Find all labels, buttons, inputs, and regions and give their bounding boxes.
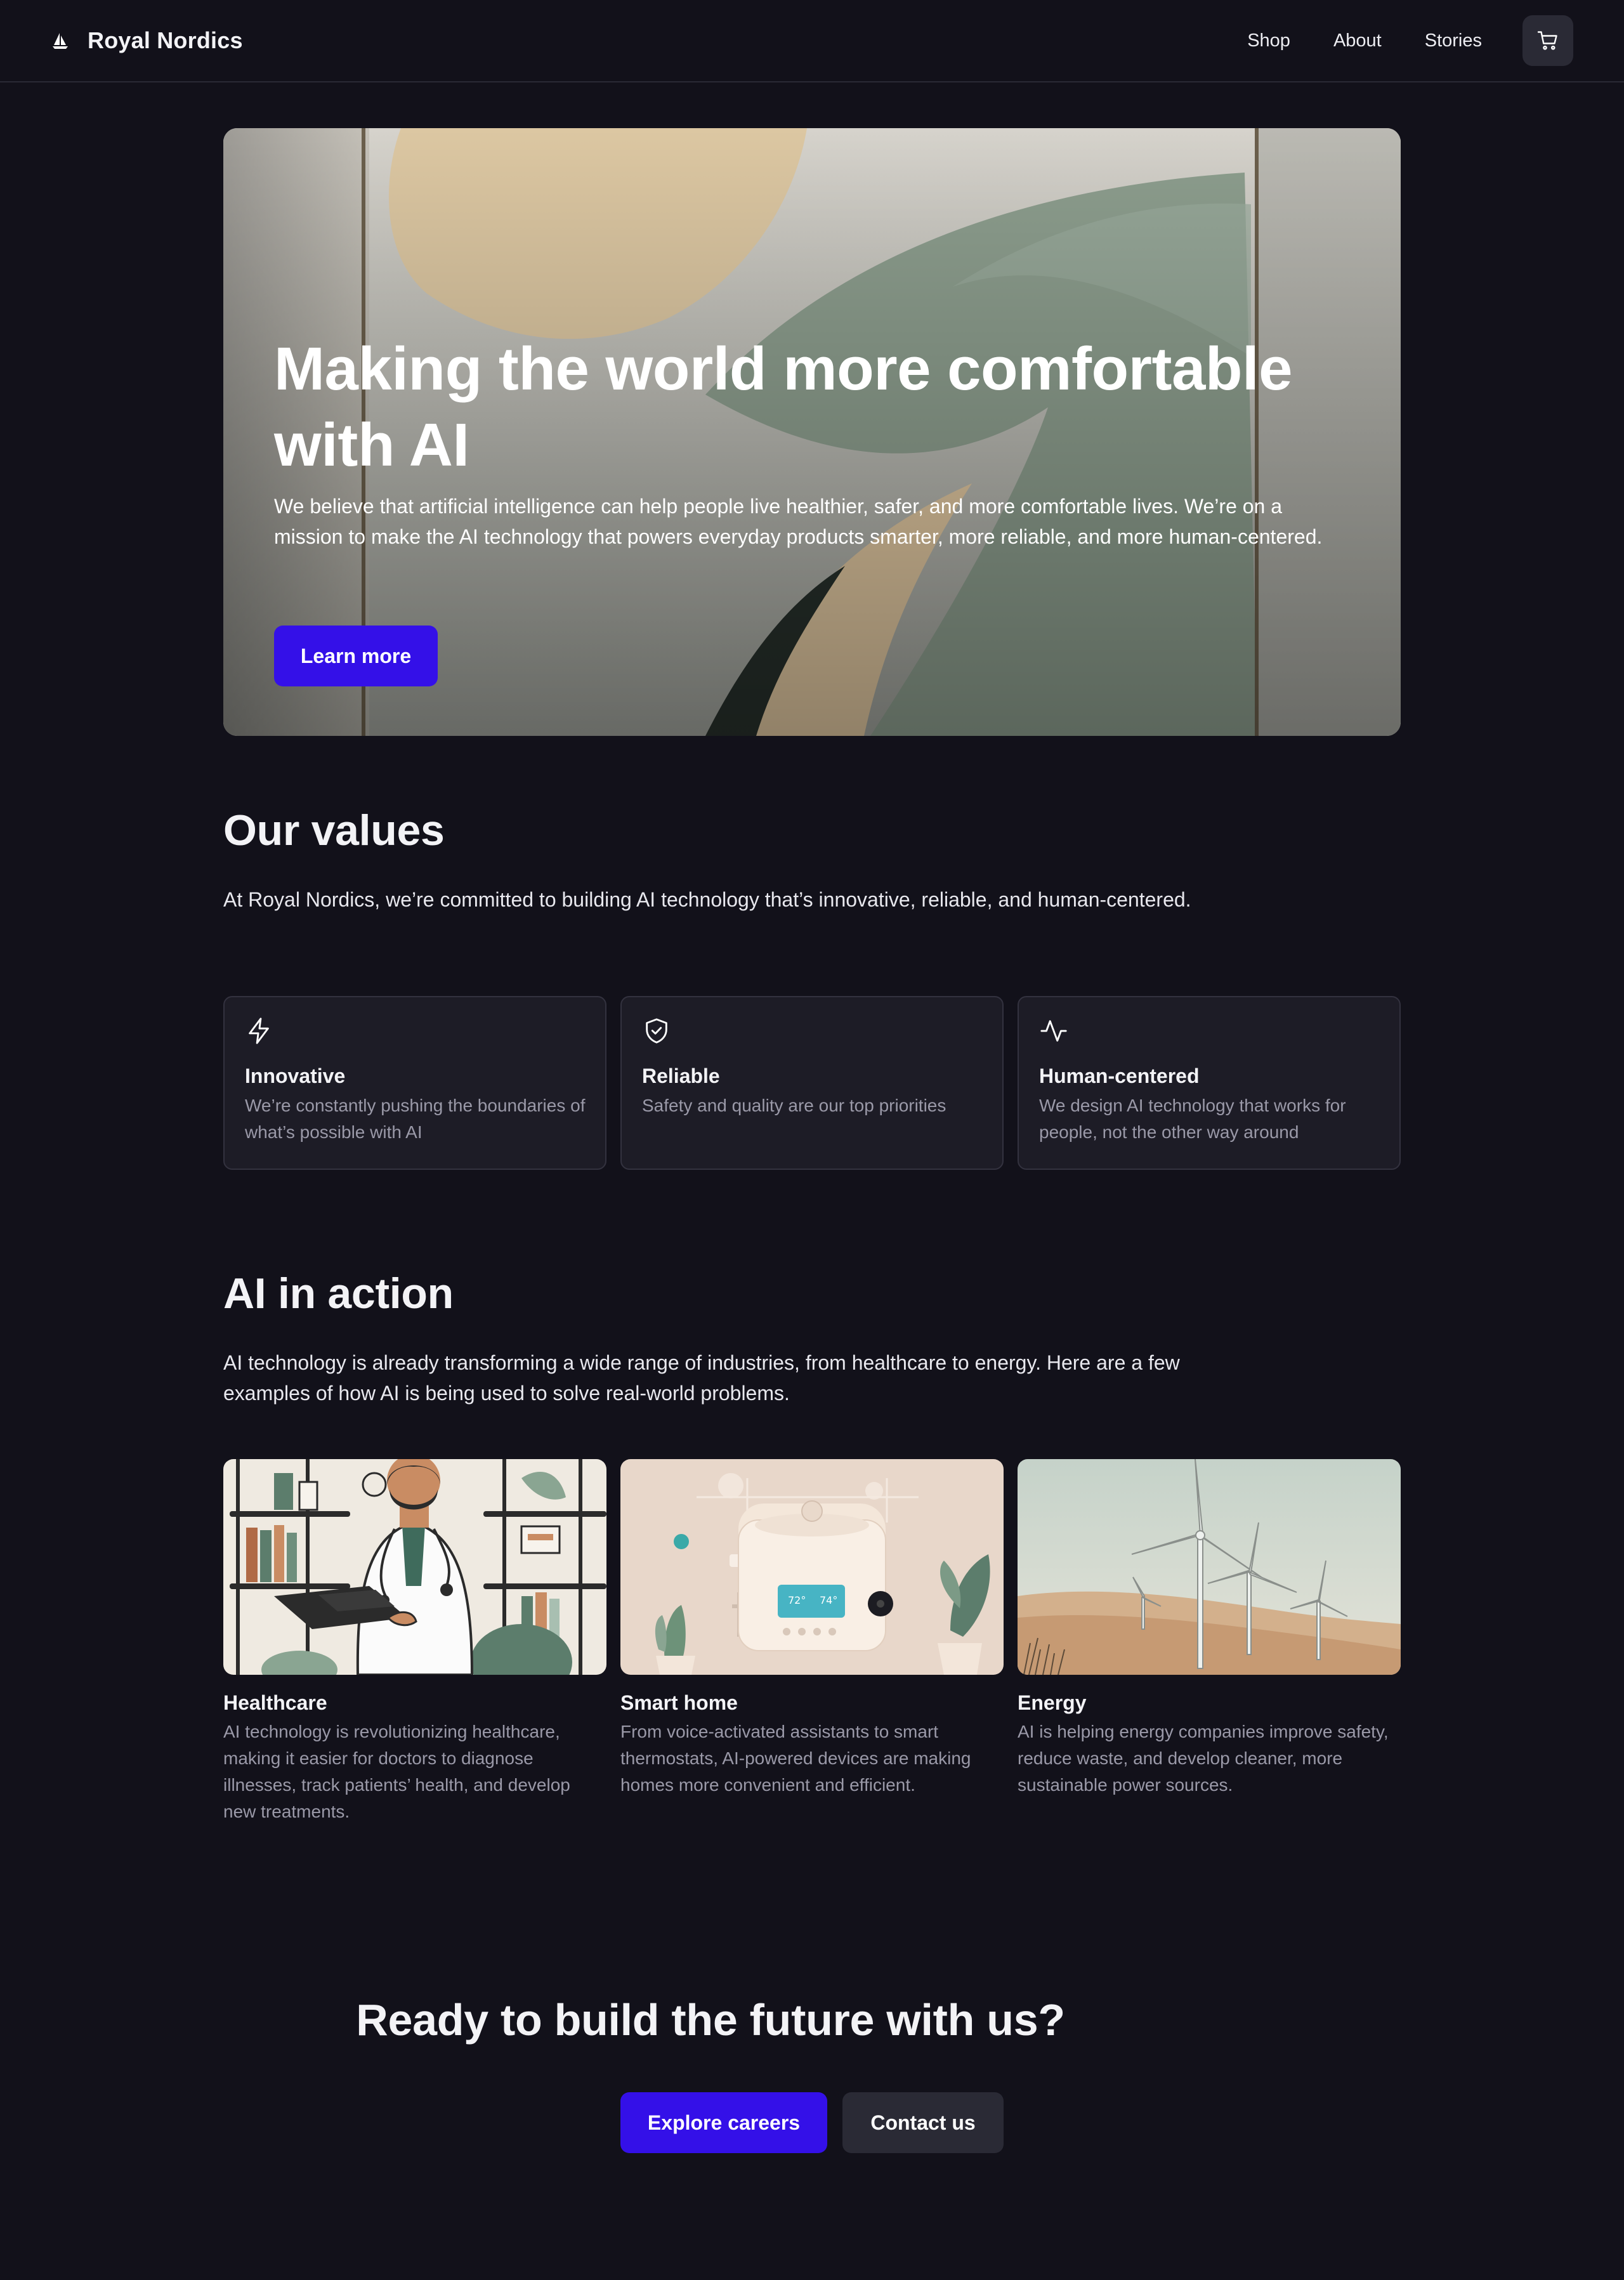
explore-careers-button[interactable]: Explore careers xyxy=(620,2092,827,2153)
cart-icon xyxy=(1537,31,1557,50)
nav-link-shop[interactable]: Shop xyxy=(1247,30,1290,51)
values-description: At Royal Nordics, we’re committed to bui… xyxy=(223,888,1191,911)
value-card-human-centered: Human-centered We design AI technology t… xyxy=(1018,996,1401,1170)
example-name: Smart home xyxy=(620,1691,738,1714)
value-text: Safety and quality are our top prioritie… xyxy=(642,1096,946,1115)
nav-menu: Shop About Stories xyxy=(1204,15,1573,66)
hero-banner: Making the world more comfortable with A… xyxy=(223,128,1401,736)
pulse-icon xyxy=(1040,1020,1067,1042)
nav-link-stories[interactable]: Stories xyxy=(1425,30,1482,51)
values-title: Our values xyxy=(223,806,445,855)
value-text: We design AI technology that works for p… xyxy=(1039,1096,1346,1142)
example-card-smart-home[interactable]: 72° 74° Smart home From voice-activated … xyxy=(620,1459,1004,1798)
thermostat-left-reading: 72° xyxy=(788,1594,806,1606)
example-text: AI technology is revolutionizing healthc… xyxy=(223,1722,570,1821)
value-name: Human-centered xyxy=(1039,1065,1200,1087)
value-name: Reliable xyxy=(642,1065,720,1087)
thermostat-right-reading: 74° xyxy=(820,1594,837,1606)
hero-description: We believe that artificial intelligence … xyxy=(274,495,1323,548)
example-card-energy[interactable]: Energy AI is helping energy companies im… xyxy=(1018,1459,1401,1798)
ai-in-action-title: AI in action xyxy=(223,1269,454,1318)
example-name: Healthcare xyxy=(223,1691,327,1714)
shield-check-icon xyxy=(646,1018,667,1044)
healthcare-illustration xyxy=(223,1459,606,1675)
example-card-healthcare[interactable]: Healthcare AI technology is revolutioniz… xyxy=(223,1459,606,1825)
top-nav: Royal Nordics Shop About Stories xyxy=(0,0,1624,82)
value-text: We’re constantly pushing the boundaries … xyxy=(245,1096,586,1142)
lightning-icon xyxy=(249,1018,269,1044)
contact-us-button[interactable]: Contact us xyxy=(842,2092,1004,2153)
hero-title: Making the world more comfortable with A… xyxy=(274,335,1293,479)
example-text: From voice-activated assistants to smart… xyxy=(620,1722,971,1795)
value-card-innovative: Innovative We’re constantly pushing the … xyxy=(223,996,606,1170)
smart-home-illustration: 72° 74° xyxy=(620,1459,1004,1675)
energy-illustration xyxy=(1018,1459,1401,1675)
brand-name: Royal Nordics xyxy=(88,27,243,53)
cta-title: Ready to build the future with us? xyxy=(356,1995,1065,2045)
example-text: AI is helping energy companies improve s… xyxy=(1018,1722,1389,1795)
value-name: Innovative xyxy=(245,1065,346,1087)
sailboat-icon xyxy=(53,33,68,49)
ai-in-action-description: AI technology is already transforming a … xyxy=(223,1351,1180,1405)
learn-more-button[interactable]: Learn more xyxy=(274,626,438,686)
brand[interactable]: Royal Nordics xyxy=(51,27,243,54)
nav-link-about[interactable]: About xyxy=(1333,30,1382,51)
cart-button[interactable] xyxy=(1522,15,1573,66)
example-name: Energy xyxy=(1018,1691,1087,1714)
value-card-reliable: Reliable Safety and quality are our top … xyxy=(620,996,1004,1170)
